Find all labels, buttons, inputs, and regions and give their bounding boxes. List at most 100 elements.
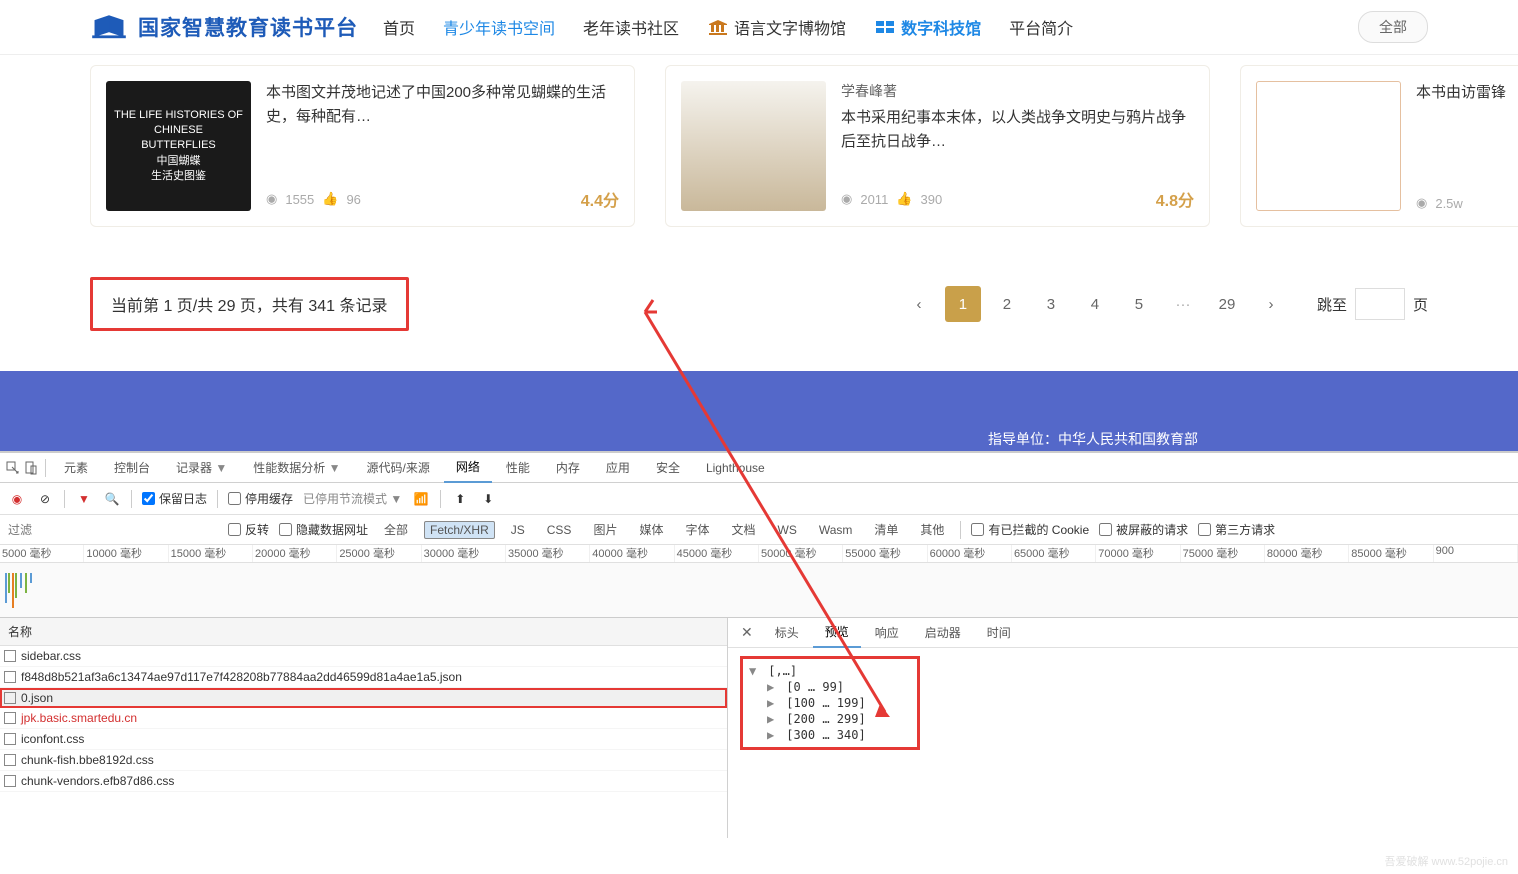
upload-icon[interactable]: ⬆ xyxy=(451,490,469,508)
book-card[interactable]: THE LIFE HISTORIES OF CHINESE BUTTERFLIE… xyxy=(90,65,635,227)
tab-sources[interactable]: 源代码/来源 xyxy=(355,453,442,482)
request-row[interactable]: iconfont.css xyxy=(0,729,727,750)
nav-about[interactable]: 平台简介 xyxy=(1009,15,1073,39)
close-detail-icon[interactable]: ✕ xyxy=(733,624,761,641)
tab-recorder[interactable]: 记录器 ▼ xyxy=(164,453,239,482)
tab-performance-insights[interactable]: 性能数据分析 ▼ xyxy=(241,453,352,482)
book-card[interactable]: 学春峰著 本书采用纪事本末体，以人类战争文明史与鸦片战争后至抗日战争… ◉201… xyxy=(665,65,1210,227)
record-icon[interactable]: ◉ xyxy=(8,490,26,508)
tab-network[interactable]: 网络 xyxy=(444,452,492,483)
type-all[interactable]: 全部 xyxy=(378,519,414,540)
footer-banner: 指导单位：中华人民共和国教育部 xyxy=(0,371,1518,451)
type-doc[interactable]: 文档 xyxy=(725,519,761,540)
page-prev-button[interactable]: ‹ xyxy=(901,286,937,322)
book-stats: ◉2011 👍390 4.8分 xyxy=(841,187,1194,211)
search-icon[interactable]: 🔍 xyxy=(103,490,121,508)
page-2-button[interactable]: 2 xyxy=(989,286,1025,322)
type-wasm[interactable]: Wasm xyxy=(813,521,859,539)
request-row[interactable]: f848d8b521af3a6c13474ae97d117e7f428208b7… xyxy=(0,667,727,688)
disable-cache-checkbox[interactable]: 停用缓存 xyxy=(228,490,293,507)
book-cover xyxy=(1256,81,1401,211)
timeline-chart[interactable] xyxy=(0,563,1518,618)
type-fetch-xhr[interactable]: Fetch/XHR xyxy=(424,521,495,539)
detail-tab-initiator[interactable]: 启动器 xyxy=(913,618,973,647)
blocked-cookies-checkbox[interactable]: 有已拦截的 Cookie xyxy=(971,521,1089,538)
clear-icon[interactable]: ⊘ xyxy=(36,490,54,508)
tree-range[interactable]: ▶ [100 … 199] xyxy=(749,695,911,711)
nav-language-museum[interactable]: 语言文字博物馆 xyxy=(707,15,846,39)
timeline-header: 5000 毫秒10000 毫秒15000 毫秒20000 毫秒25000 毫秒3… xyxy=(0,545,1518,563)
tab-elements[interactable]: 元素 xyxy=(52,453,100,482)
download-icon[interactable]: ⬇ xyxy=(479,490,497,508)
request-row[interactable]: 0.json xyxy=(0,688,727,708)
network-toolbar: ◉ ⊘ ▼ 🔍 保留日志 停用缓存 已停用节流模式 ▼ 📶 ⬆ ⬇ xyxy=(0,483,1518,515)
request-row[interactable]: chunk-fish.bbe8192d.css xyxy=(0,750,727,771)
request-name: chunk-fish.bbe8192d.css xyxy=(21,753,154,767)
filter-input[interactable] xyxy=(8,523,68,537)
request-name: iconfont.css xyxy=(21,732,84,746)
request-row[interactable]: sidebar.css xyxy=(0,646,727,667)
page-next-button[interactable]: › xyxy=(1253,286,1289,322)
type-css[interactable]: CSS xyxy=(541,521,578,539)
nav-home[interactable]: 首页 xyxy=(383,15,415,39)
tree-range[interactable]: ▶ [300 … 340] xyxy=(749,727,911,743)
type-js[interactable]: JS xyxy=(505,521,531,539)
book-cover: THE LIFE HISTORIES OF CHINESE BUTTERFLIE… xyxy=(106,81,251,211)
request-row[interactable]: jpk.basic.smartedu.cn xyxy=(0,708,727,729)
wifi-icon[interactable]: 📶 xyxy=(412,490,430,508)
pagination: 当前第 1 页/共 29 页，共有 341 条记录 ‹ 1 2 3 4 5 ··… xyxy=(0,247,1518,371)
request-name: sidebar.css xyxy=(21,649,81,663)
page-info-highlight: 当前第 1 页/共 29 页，共有 341 条记录 xyxy=(90,277,409,331)
type-img[interactable]: 图片 xyxy=(587,519,623,540)
tree-range[interactable]: ▶ [0 … 99] xyxy=(749,679,911,695)
inspect-icon[interactable] xyxy=(5,460,21,476)
book-rating: 4.4分 xyxy=(581,187,619,211)
name-column-header[interactable]: 名称 xyxy=(0,618,727,646)
thumb-icon: 👍 xyxy=(322,191,338,207)
page-5-button[interactable]: 5 xyxy=(1121,286,1157,322)
detail-tab-response[interactable]: 响应 xyxy=(863,618,911,647)
type-font[interactable]: 字体 xyxy=(679,519,715,540)
detail-tab-headers[interactable]: 标头 xyxy=(763,618,811,647)
tab-performance[interactable]: 性能 xyxy=(494,453,542,482)
book-author: 学春峰著 xyxy=(841,81,1194,101)
nav-youth[interactable]: 青少年读书空间 xyxy=(443,15,555,39)
page-jump: 跳至 页 xyxy=(1317,288,1428,320)
hide-data-checkbox[interactable]: 隐藏数据网址 xyxy=(279,521,368,538)
type-other[interactable]: 其他 xyxy=(914,519,950,540)
detail-tab-preview[interactable]: 预览 xyxy=(813,617,861,648)
filter-icon[interactable]: ▼ xyxy=(75,490,93,508)
book-card[interactable]: 本书由访雷锋 ◉2.5w xyxy=(1240,65,1518,227)
eye-icon: ◉ xyxy=(1416,195,1427,211)
type-manifest[interactable]: 清单 xyxy=(868,519,904,540)
thumb-icon: 👍 xyxy=(896,191,912,207)
page-jump-input[interactable] xyxy=(1355,288,1405,320)
page-29-button[interactable]: 29 xyxy=(1209,286,1245,322)
book-desc: 本书由访雷锋 xyxy=(1416,81,1518,185)
page-1-button[interactable]: 1 xyxy=(945,286,981,322)
tab-lighthouse[interactable]: Lighthouse xyxy=(694,455,777,481)
page-4-button[interactable]: 4 xyxy=(1077,286,1113,322)
request-row[interactable]: chunk-vendors.efb87d86.css xyxy=(0,771,727,792)
filter-all-button[interactable]: 全部 xyxy=(1358,11,1428,43)
tab-console[interactable]: 控制台 xyxy=(102,453,162,482)
logo[interactable]: 国家智慧教育读书平台 xyxy=(90,12,358,42)
type-ws[interactable]: WS xyxy=(772,521,803,539)
tab-memory[interactable]: 内存 xyxy=(544,453,592,482)
invert-checkbox[interactable]: 反转 xyxy=(228,521,269,538)
device-icon[interactable] xyxy=(23,460,39,476)
page-3-button[interactable]: 3 xyxy=(1033,286,1069,322)
nav-elderly[interactable]: 老年读书社区 xyxy=(583,15,679,39)
type-media[interactable]: 媒体 xyxy=(633,519,669,540)
nav-tech-museum[interactable]: 数字科技馆 xyxy=(874,15,981,39)
tab-security[interactable]: 安全 xyxy=(644,453,692,482)
tree-range[interactable]: ▶ [200 … 299] xyxy=(749,711,911,727)
tree-root[interactable]: ▼ [,…] xyxy=(749,663,911,679)
third-party-checkbox[interactable]: 第三方请求 xyxy=(1198,521,1275,538)
preserve-log-checkbox[interactable]: 保留日志 xyxy=(142,490,207,507)
file-icon xyxy=(4,733,16,745)
detail-tab-timing[interactable]: 时间 xyxy=(975,618,1023,647)
blocked-requests-checkbox[interactable]: 被屏蔽的请求 xyxy=(1099,521,1188,538)
throttling-select[interactable]: 已停用节流模式 ▼ xyxy=(303,490,402,507)
tab-application[interactable]: 应用 xyxy=(594,453,642,482)
